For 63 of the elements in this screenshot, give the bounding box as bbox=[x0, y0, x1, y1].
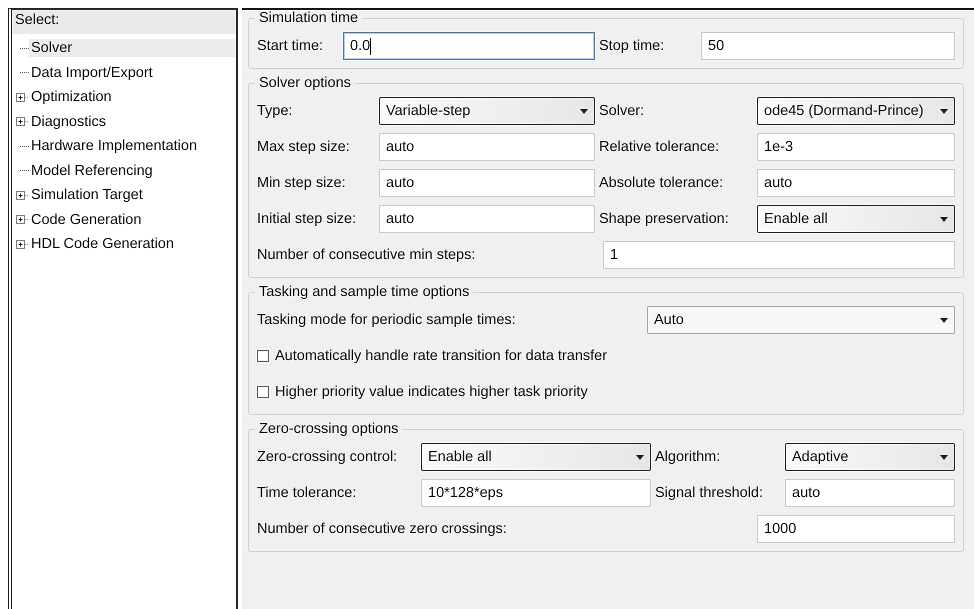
field-label: Tasking mode for periodic sample times: bbox=[257, 312, 517, 328]
input-field[interactable]: 1000 bbox=[757, 515, 955, 543]
expand-icon[interactable] bbox=[16, 117, 29, 126]
field-label: Initial step size: bbox=[257, 211, 358, 227]
caret-icon bbox=[940, 216, 948, 222]
field-label: Absolute tolerance: bbox=[599, 175, 724, 191]
field-label: Signal threshold: bbox=[655, 485, 764, 501]
input-field[interactable]: auto bbox=[785, 479, 955, 507]
tree-item[interactable]: HDL Code Generation bbox=[29, 235, 236, 254]
group-title: Tasking and sample time options bbox=[258, 284, 470, 300]
checkbox-label: Automatically handle rate transition for data transfer bbox=[275, 348, 608, 364]
tree-item[interactable]: Model Referencing bbox=[29, 162, 236, 180]
group-title: Simulation time bbox=[258, 10, 360, 26]
caret-icon bbox=[580, 108, 588, 114]
input-field[interactable]: auto bbox=[379, 205, 595, 233]
tree-item[interactable]: Diagnostics bbox=[29, 112, 236, 131]
field-label: Time tolerance: bbox=[257, 485, 358, 501]
dropdown[interactable]: Enable all bbox=[421, 443, 651, 471]
caret-icon bbox=[636, 454, 644, 460]
field-label: Type: bbox=[257, 103, 294, 119]
tree-item[interactable]: Solver bbox=[29, 39, 236, 58]
dropdown[interactable]: Variable-step bbox=[379, 97, 595, 125]
dropdown[interactable]: ode45 (Dormand-Prince) bbox=[757, 97, 955, 125]
field-label: Start time: bbox=[257, 38, 324, 54]
input-field[interactable]: auto bbox=[379, 133, 595, 161]
checkbox-label: Higher priority value indicates higher task priority bbox=[275, 384, 588, 400]
tree-item[interactable]: Simulation Target bbox=[29, 186, 236, 204]
field-label: Min step size: bbox=[257, 175, 347, 191]
field-label: Shape preservation: bbox=[599, 211, 730, 227]
input-field[interactable]: 0.0 bbox=[343, 32, 595, 60]
input-field[interactable]: 1e-3 bbox=[757, 133, 955, 161]
field-label: Zero-crossing control: bbox=[257, 449, 398, 465]
expand-icon[interactable] bbox=[16, 92, 29, 102]
field-label: Solver: bbox=[599, 103, 646, 119]
input-field[interactable]: auto bbox=[757, 169, 955, 197]
group-title: Zero-crossing options bbox=[258, 421, 400, 437]
dropdown[interactable]: Adaptive bbox=[785, 443, 955, 471]
input-field[interactable]: 10*128*eps bbox=[421, 479, 651, 507]
select-label: Select: bbox=[12, 10, 236, 34]
group-title: Solver options bbox=[258, 75, 352, 91]
field-label: Relative tolerance: bbox=[599, 139, 720, 155]
input-field[interactable]: 50 bbox=[701, 32, 955, 60]
field-label: Number of consecutive zero crossings: bbox=[257, 521, 508, 537]
field-label: Algorithm: bbox=[655, 449, 722, 465]
expand-icon[interactable] bbox=[16, 190, 29, 200]
input-field[interactable]: auto bbox=[379, 169, 595, 197]
caret-icon bbox=[940, 108, 948, 114]
input-field[interactable]: 1 bbox=[603, 241, 955, 269]
field-label: Number of consecutive min steps: bbox=[257, 247, 476, 263]
tree-item[interactable]: Data Import/Export bbox=[29, 64, 236, 82]
dropdown[interactable]: Auto bbox=[647, 306, 955, 334]
tree-item[interactable]: Hardware Implementation bbox=[29, 137, 236, 156]
expand-icon[interactable] bbox=[16, 240, 29, 249]
tree-item[interactable]: Code Generation bbox=[29, 210, 236, 229]
field-label: Max step size: bbox=[257, 139, 351, 155]
caret-icon bbox=[940, 318, 948, 322]
expand-icon[interactable] bbox=[16, 215, 29, 224]
field-label: Stop time: bbox=[599, 38, 666, 54]
checkbox[interactable] bbox=[257, 386, 269, 398]
checkbox[interactable] bbox=[257, 350, 269, 362]
dropdown[interactable]: Enable all bbox=[757, 205, 955, 233]
tree-item[interactable]: Optimization bbox=[29, 88, 236, 106]
caret-icon bbox=[940, 454, 948, 460]
